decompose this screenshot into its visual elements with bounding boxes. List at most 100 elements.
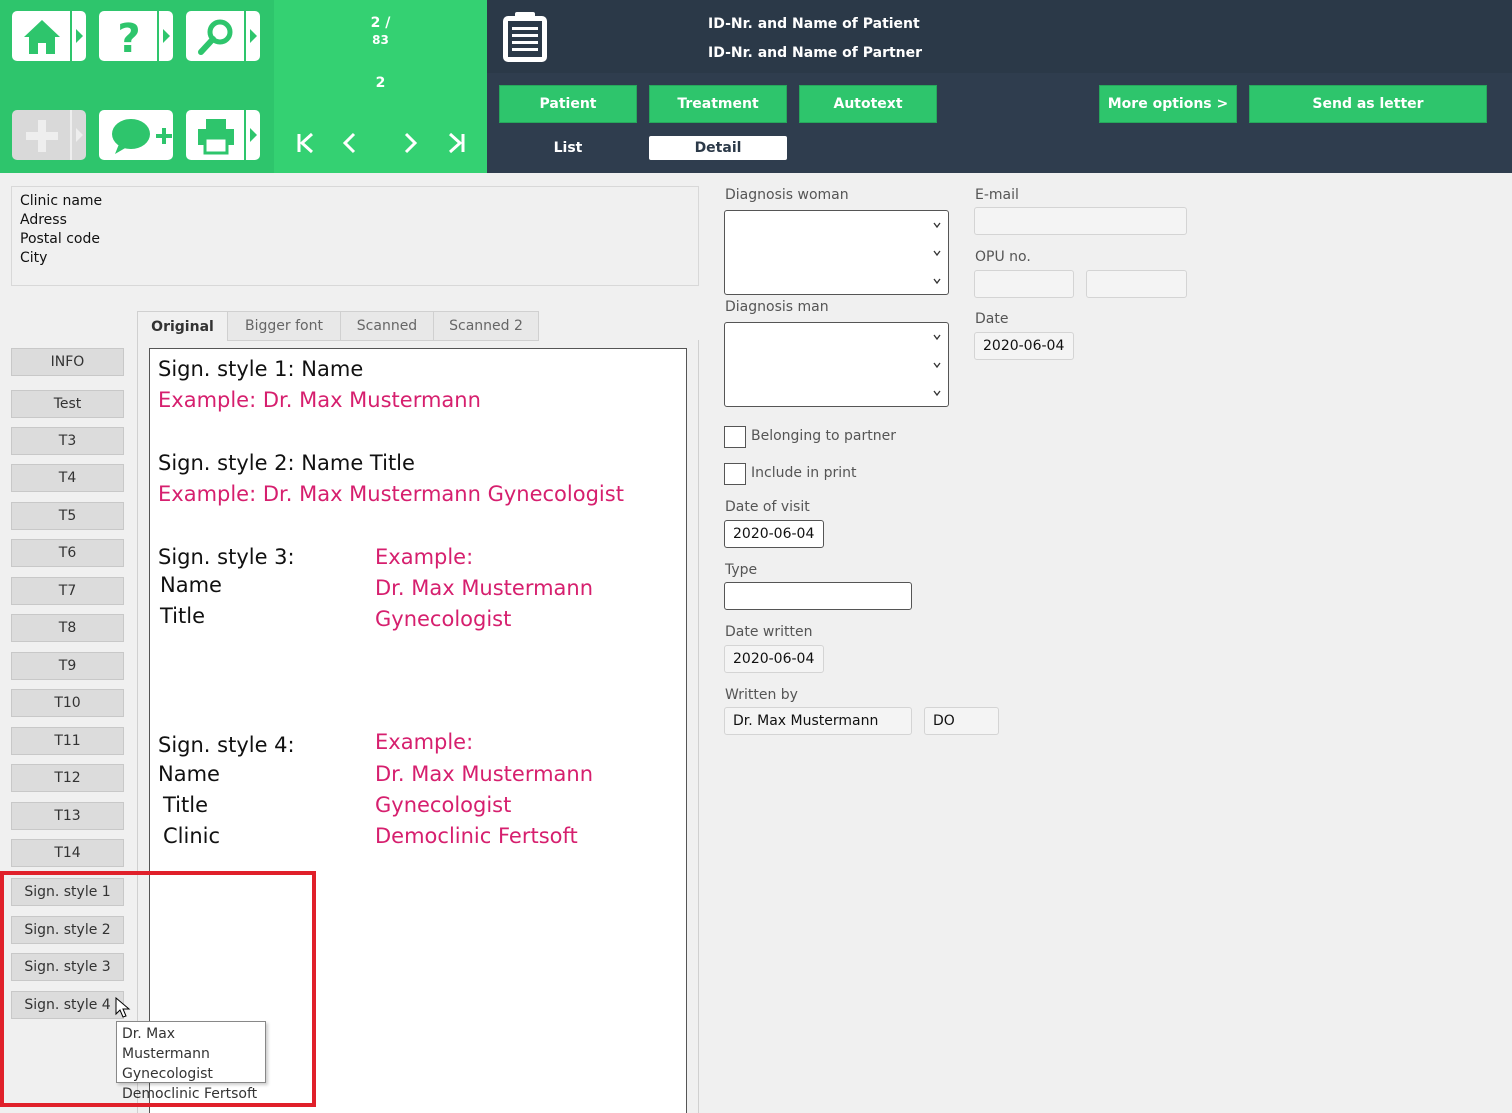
sign-style-4-example-clinic: Democlinic Fertsoft xyxy=(375,824,578,848)
tab-list[interactable]: List xyxy=(499,136,637,160)
opu-no-input[interactable] xyxy=(974,270,1074,298)
tooltip-line: Dr. Max Mustermann xyxy=(122,1026,210,1062)
date-written-label: Date written xyxy=(725,624,813,640)
add-comment-button[interactable] xyxy=(99,110,173,160)
tooltip-line: Democlinic Fertsoft xyxy=(122,1086,258,1102)
address-line: Postal code xyxy=(20,231,100,247)
comment-plus-icon xyxy=(112,119,172,154)
clipboard-icon xyxy=(503,12,547,62)
written-by-initials-input[interactable]: DO xyxy=(924,707,999,735)
add-button[interactable] xyxy=(12,110,86,160)
opu-no-input-2[interactable] xyxy=(1086,270,1187,298)
sign-style-4-tooltip: Dr. Max Mustermann Gynecologist Democlin… xyxy=(116,1021,266,1102)
sign-style-4-heading: Sign. style 4: xyxy=(158,733,295,757)
record-counter: 2 / xyxy=(370,15,391,31)
t7-button[interactable]: T7 xyxy=(11,577,124,605)
address-line: Clinic name xyxy=(20,193,103,209)
chevron-down-icon xyxy=(933,334,941,341)
sign-style-1-example: Example: Dr. Max Mustermann xyxy=(158,388,481,412)
sign-style-3-heading: Sign. style 3: xyxy=(158,545,295,569)
sign-style-3-title: Title xyxy=(160,604,206,628)
sign-style-3-example-name: Dr. Max Mustermann xyxy=(375,576,594,600)
clinic-address-block: Clinic name Adress Postal code City xyxy=(11,186,699,286)
test-button[interactable]: Test xyxy=(11,390,124,418)
sign-style-3-example-title: Gynecologist xyxy=(375,607,512,631)
t6-button[interactable]: T6 xyxy=(11,539,124,567)
t9-button[interactable]: T9 xyxy=(11,652,124,680)
svg-text:?: ? xyxy=(117,17,140,57)
patient-header xyxy=(487,0,1512,73)
written-by-label: Written by xyxy=(725,687,798,703)
chevron-down-icon xyxy=(933,250,941,257)
sign-style-4-example-name: Dr. Max Mustermann xyxy=(375,762,594,786)
chevron-down-icon xyxy=(933,222,941,229)
tab-scanned-2[interactable]: Scanned 2 xyxy=(433,311,539,341)
help-button[interactable]: ? xyxy=(99,11,173,61)
tab-original[interactable]: Original xyxy=(137,311,228,341)
plus-icon xyxy=(26,120,58,152)
t4-button[interactable]: T4 xyxy=(11,464,124,492)
chevron-right-icon xyxy=(163,29,170,43)
t10-button[interactable]: T10 xyxy=(11,689,124,717)
prev-record-icon[interactable] xyxy=(342,132,358,154)
address-line: Adress xyxy=(20,212,67,228)
sign-style-2-heading: Sign. style 2: Name Title xyxy=(158,451,415,475)
diagnosis-man-label: Diagnosis man xyxy=(725,299,829,315)
chevron-right-icon xyxy=(76,128,83,142)
chevron-right-icon xyxy=(250,128,257,142)
t12-button[interactable]: T12 xyxy=(11,764,124,792)
first-record-icon[interactable] xyxy=(296,132,316,154)
home-icon xyxy=(24,20,60,54)
sign-style-4-title: Title xyxy=(163,793,209,817)
belonging-to-partner-checkbox[interactable] xyxy=(724,426,746,448)
next-record-icon[interactable] xyxy=(402,132,418,154)
print-button[interactable] xyxy=(186,110,260,160)
include-in-print-checkbox[interactable] xyxy=(724,463,746,485)
last-record-icon[interactable] xyxy=(446,132,466,154)
mouse-cursor-icon xyxy=(115,997,131,1018)
t13-button[interactable]: T13 xyxy=(11,802,124,830)
diagnosis-man-select[interactable] xyxy=(724,322,949,407)
sign-style-3-name: Name xyxy=(160,573,222,597)
email-label: E-mail xyxy=(975,187,1019,203)
t11-button[interactable]: T11 xyxy=(11,727,124,755)
search-button[interactable] xyxy=(186,11,260,61)
date-written-input[interactable]: 2020-06-04 xyxy=(724,645,824,673)
written-by-input[interactable]: Dr. Max Mustermann xyxy=(724,707,912,735)
send-as-letter-button[interactable]: Send as letter xyxy=(1249,85,1487,123)
date-of-visit-input[interactable]: 2020-06-04 xyxy=(724,520,824,548)
diagnosis-woman-select[interactable] xyxy=(724,210,949,295)
date-label: Date xyxy=(975,311,1009,327)
tab-bigger-font[interactable]: Bigger font xyxy=(227,311,341,341)
email-input[interactable] xyxy=(974,207,1187,235)
t14-button[interactable]: T14 xyxy=(11,839,124,867)
sign-style-4-example-label: Example: xyxy=(375,730,474,754)
home-button[interactable] xyxy=(12,11,86,61)
partner-id-name: ID-Nr. and Name of Partner xyxy=(708,45,923,61)
t5-button[interactable]: T5 xyxy=(11,502,124,530)
treatment-button[interactable]: Treatment xyxy=(649,85,787,123)
autotext-button[interactable]: Autotext xyxy=(799,85,937,123)
opu-no-label: OPU no. xyxy=(975,249,1031,265)
question-icon: ? xyxy=(117,17,140,57)
date-input[interactable]: 2020-06-04 xyxy=(974,332,1074,360)
tooltip-line: Gynecologist xyxy=(122,1066,213,1082)
t3-button[interactable]: T3 xyxy=(11,427,124,455)
type-input[interactable] xyxy=(724,582,912,610)
chevron-down-icon xyxy=(933,362,941,369)
sign-style-3-example-label: Example: xyxy=(375,545,474,569)
sign-style-1-heading: Sign. style 1: Name xyxy=(158,357,364,381)
chevron-down-icon xyxy=(933,278,941,285)
info-button[interactable]: INFO xyxy=(11,348,124,376)
sign-style-4-clinic: Clinic xyxy=(163,824,221,848)
more-options-button[interactable]: More options > xyxy=(1099,85,1237,123)
tab-detail[interactable]: Detail xyxy=(649,136,787,160)
t8-button[interactable]: T8 xyxy=(11,614,124,642)
record-current: 2 xyxy=(375,75,386,91)
tab-scanned[interactable]: Scanned xyxy=(340,311,434,341)
patient-button[interactable]: Patient xyxy=(499,85,637,123)
record-total: 83 xyxy=(372,33,389,47)
diagnosis-woman-label: Diagnosis woman xyxy=(725,187,849,203)
address-line: City xyxy=(20,250,48,266)
sign-style-4-example-title: Gynecologist xyxy=(375,793,512,817)
